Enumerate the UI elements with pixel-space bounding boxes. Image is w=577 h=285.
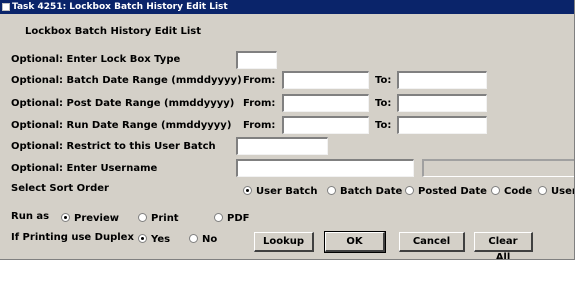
run-as-label: Run as [11,211,50,222]
radio-empty-icon [405,186,414,195]
radio-empty-icon [538,186,547,195]
user-batch-label: Optional: Restrict to this User Batch [11,141,216,152]
post-date-from-input[interactable] [282,94,369,112]
username-label: Optional: Enter Username [11,163,158,174]
duplex-yes-radio[interactable]: Yes [138,234,170,246]
title-bar: Task 4251: Lockbox Batch History Edit Li… [0,0,574,14]
task-window: Task 4251: Lockbox Batch History Edit Li… [0,0,575,260]
sort-batch-date-radio[interactable]: Batch Date [327,186,402,198]
post-date-label: Optional: Post Date Range (mmddyyyy) [11,98,235,109]
run-date-to-input[interactable] [397,116,487,134]
run-as-preview-radio[interactable]: Preview [61,213,119,225]
batch-date-to-input[interactable] [397,71,487,89]
sort-user-batch-radio[interactable]: User Batch [243,186,317,198]
radio-empty-icon [214,213,223,222]
run-date-from-input[interactable] [282,116,369,134]
batch-date-from-input[interactable] [282,71,369,89]
sort-order-label: Select Sort Order [11,183,109,194]
ok-button[interactable]: OK [324,231,386,253]
radio-empty-icon [189,234,198,243]
duplex-no-radio[interactable]: No [189,234,217,246]
radio-empty-icon [138,213,147,222]
window-icon [2,3,10,11]
window-title: Task 4251: Lockbox Batch History Edit Li… [12,2,228,12]
batch-date-from-label: From: [243,75,276,86]
form-header: Lockbox Batch History Edit List [25,26,202,37]
cancel-button[interactable]: Cancel [399,232,465,252]
run-as-print-radio[interactable]: Print [138,213,179,225]
run-as-pdf-radio[interactable]: PDF [214,213,249,225]
run-date-to-label: To: [375,120,392,131]
run-date-label: Optional: Run Date Range (mmddyyyy) [11,120,232,131]
sort-user-radio[interactable]: User [538,186,574,198]
radio-selected-icon [243,186,252,195]
post-date-from-label: From: [243,98,276,109]
username-display-field [422,159,574,177]
radio-selected-icon [138,234,147,243]
lockbox-type-input[interactable] [236,51,277,69]
sort-posted-date-radio[interactable]: Posted Date [405,186,487,198]
batch-date-to-label: To: [375,75,392,86]
radio-empty-icon [327,186,336,195]
lockbox-type-label: Optional: Enter Lock Box Type [11,54,181,65]
radio-empty-icon [491,186,500,195]
radio-selected-icon [61,213,70,222]
batch-date-label: Optional: Batch Date Range (mmddyyyy) [11,75,242,86]
sort-code-radio[interactable]: Code [491,186,532,198]
duplex-label: If Printing use Duplex [11,232,134,243]
run-date-from-label: From: [243,120,276,131]
clear-all-button[interactable]: Clear All [474,232,533,259]
lookup-button[interactable]: Lookup [254,232,314,252]
post-date-to-label: To: [375,98,392,109]
post-date-to-input[interactable] [397,94,487,112]
username-input[interactable] [236,159,414,177]
user-batch-input[interactable] [236,137,328,155]
